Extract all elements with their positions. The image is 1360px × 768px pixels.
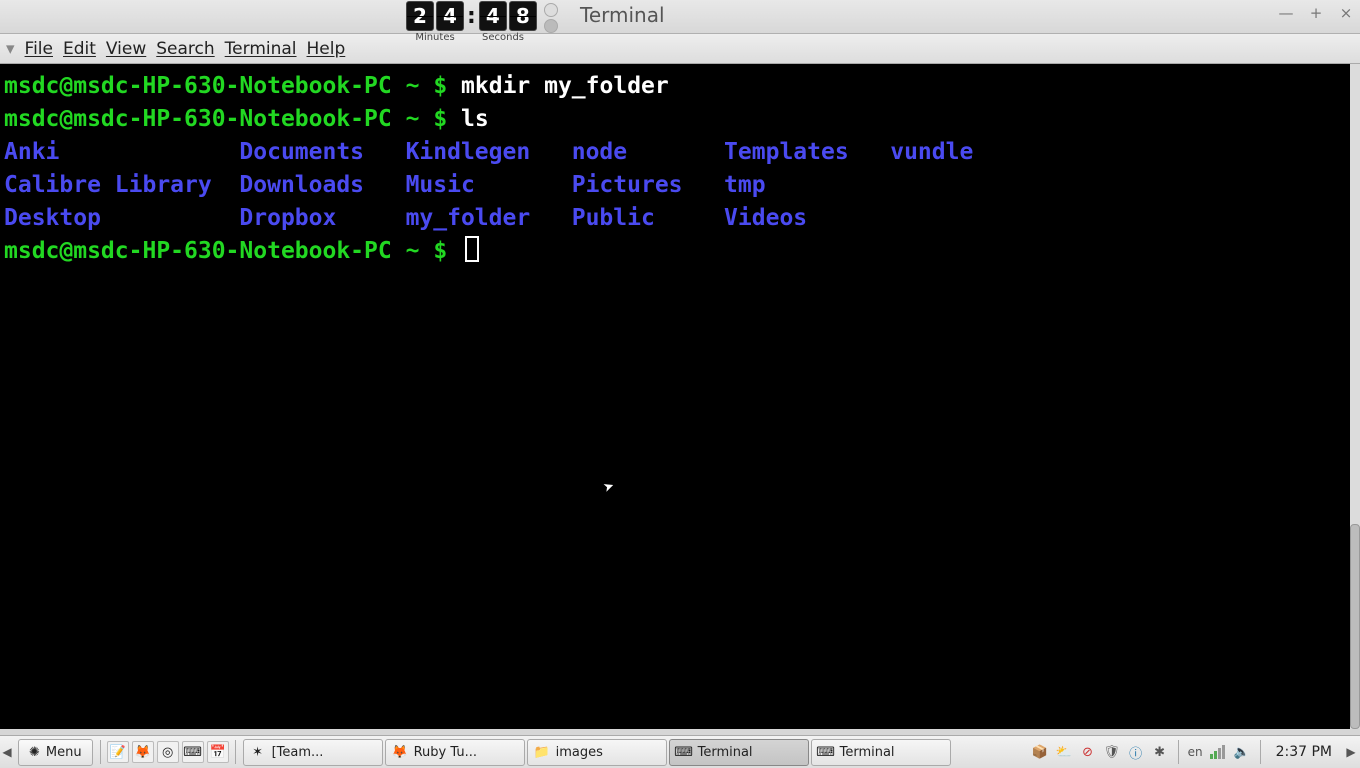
prompt-symbol: $ [433, 73, 447, 99]
task-icon: 📁 [534, 744, 550, 760]
task-button[interactable]: 🦊 Ruby Tu... [385, 739, 525, 766]
task-icon: ⌨ [818, 744, 834, 760]
bluetooth-tray-icon[interactable]: ✱ [1151, 743, 1169, 761]
task-icon: ⌨ [676, 744, 692, 760]
timer-minute-tens: 2 [406, 1, 434, 31]
prompt-symbol: $ [433, 238, 447, 264]
weather-tray-icon[interactable]: ⛅ [1055, 743, 1073, 761]
ls-row: Desktop Dropbox my_folder Public Videos [4, 205, 807, 231]
task-items: ✶ [Team... 🦊 Ruby Tu... 📁 images ⌨ Terminal ⌨ Ter… [243, 739, 951, 766]
timer-button-a[interactable] [544, 3, 558, 17]
taskbar-divider [100, 740, 101, 764]
task-button[interactable]: ⌨ Terminal [811, 739, 951, 766]
prompt-symbol: $ [433, 106, 447, 132]
ql-notes-icon[interactable]: 📝 [107, 741, 129, 763]
menu-terminal[interactable]: Terminal [225, 39, 297, 59]
gear-icon: ✺ [29, 745, 40, 760]
prompt-path: ~ [406, 106, 420, 132]
task-button[interactable]: ⌨ Terminal [669, 739, 809, 766]
menu-help[interactable]: Help [307, 39, 346, 59]
start-menu-button[interactable]: ✺ Menu [18, 739, 93, 766]
scrollbar-thumb[interactable] [1350, 524, 1360, 729]
prompt-path: ~ [406, 73, 420, 99]
network-tray-icon[interactable] [1209, 743, 1227, 761]
window-title: Terminal [580, 3, 665, 27]
task-label: [Team... [272, 745, 324, 760]
prompt-path: ~ [406, 238, 420, 264]
task-label: Ruby Tu... [414, 745, 477, 760]
maximize-button[interactable]: + [1308, 6, 1324, 22]
prompt-userhost: msdc@msdc-HP-630-Notebook-PC [4, 238, 392, 264]
ql-firefox-icon[interactable]: 🦊 [132, 741, 154, 763]
prompt-userhost: msdc@msdc-HP-630-Notebook-PC [4, 106, 392, 132]
volume-tray-icon[interactable]: 🔈 [1233, 743, 1251, 761]
taskbar-divider [235, 740, 236, 764]
taskbar: ◀ ✺ Menu 📝 🦊 ◎ ⌨ 📅 ✶ [Team... 🦊 Ruby Tu... 📁… [0, 735, 1360, 768]
close-button[interactable]: × [1338, 6, 1354, 22]
ls-row: Calibre Library Downloads Music Pictures… [4, 172, 766, 198]
task-button[interactable]: 📁 images [527, 739, 667, 766]
task-icon: ✶ [250, 744, 266, 760]
task-label: Terminal [698, 745, 753, 760]
start-menu-label: Menu [46, 745, 82, 760]
menubar-chevron-icon[interactable]: ▾ [6, 39, 15, 59]
timer-seconds-label: Seconds [473, 32, 533, 43]
timer-second-tens: 4 [479, 1, 507, 31]
timer-minutes-label: Minutes [405, 32, 465, 43]
timer-second-ones: 8 [509, 1, 537, 31]
ql-media-icon[interactable]: ◎ [157, 741, 179, 763]
ql-calendar-icon[interactable]: 📅 [207, 741, 229, 763]
dropbox-tray-icon[interactable]: 📦 [1031, 743, 1049, 761]
cmd-2: ls [461, 106, 489, 132]
timer-button-b[interactable] [544, 19, 558, 33]
clock[interactable]: 2:37 PM [1276, 744, 1332, 760]
taskbar-scroll-right[interactable]: ▶ [1344, 745, 1358, 759]
ls-row: Anki Documents Kindlegen node Templates … [4, 139, 973, 165]
system-tray: 📦 ⛅ ⊘ 🛡 ⓘ ✱ en 🔈 2:37 PM ▶ [1031, 740, 1360, 764]
minimize-button[interactable]: — [1278, 6, 1294, 22]
task-label: images [556, 745, 603, 760]
menu-search[interactable]: Search [156, 39, 214, 59]
info-tray-icon[interactable]: ⓘ [1127, 743, 1145, 761]
quick-launch: 📝 🦊 ◎ ⌨ 📅 [107, 741, 229, 763]
keyboard-layout[interactable]: en [1188, 743, 1203, 761]
timer-controls[interactable] [544, 3, 558, 33]
prompt-userhost: msdc@msdc-HP-630-Notebook-PC [4, 73, 392, 99]
menu-edit[interactable]: Edit [63, 39, 96, 59]
update-tray-icon[interactable]: 🛡 [1103, 743, 1121, 761]
warning-tray-icon[interactable]: ⊘ [1079, 743, 1097, 761]
taskbar-scroll-left[interactable]: ◀ [0, 745, 14, 759]
countdown-timer: 2 4 : 4 8 Minutes Seconds [405, 1, 558, 43]
terminal-viewport[interactable]: msdc@msdc-HP-630-Notebook-PC ~ $ mkdir m… [0, 64, 1360, 729]
taskbar-divider [1260, 740, 1261, 764]
mouse-pointer-icon: ➤ [599, 470, 620, 505]
terminal-cursor [465, 236, 479, 262]
window-titlebar: 2 4 : 4 8 Minutes Seconds Terminal — + × [0, 0, 1360, 34]
ql-terminal-icon[interactable]: ⌨ [182, 741, 204, 763]
cmd-1: mkdir my_folder [461, 73, 669, 99]
task-icon: 🦊 [392, 744, 408, 760]
timer-minute-ones: 4 [436, 1, 464, 31]
menu-file[interactable]: File [25, 39, 53, 59]
menu-view[interactable]: View [106, 39, 146, 59]
task-button[interactable]: ✶ [Team... [243, 739, 383, 766]
timer-colon: : [467, 4, 476, 29]
taskbar-divider [1178, 740, 1179, 764]
task-label: Terminal [840, 745, 895, 760]
menubar: ▾ File Edit View Search Terminal Help [0, 34, 1360, 64]
